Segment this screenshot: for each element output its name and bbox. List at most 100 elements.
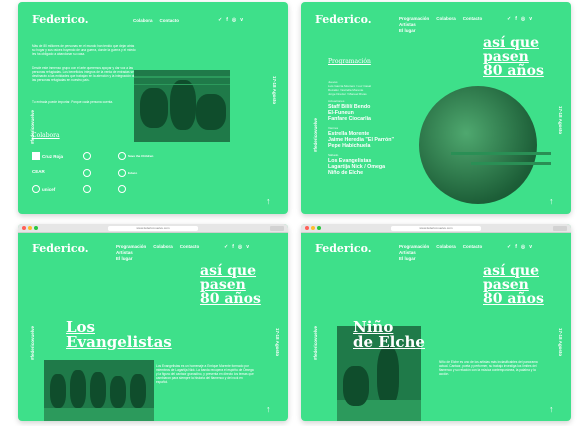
maximize-dot-icon[interactable] bbox=[34, 226, 38, 230]
facebook-icon[interactable]: f bbox=[232, 244, 234, 250]
facebook-icon[interactable]: f bbox=[515, 244, 517, 250]
twitter-icon[interactable]: ✓ bbox=[507, 244, 511, 250]
child-icon bbox=[118, 152, 126, 160]
main-nav: Programación Artistas El lugar Colabora … bbox=[399, 244, 482, 261]
nav-programacion[interactable]: Programación bbox=[399, 244, 429, 249]
browser-controls[interactable] bbox=[553, 226, 567, 231]
instagram-icon[interactable]: ◎ bbox=[238, 244, 242, 250]
main-nav: Programación Artistas El lugar Colabora … bbox=[116, 244, 199, 261]
cross-icon bbox=[32, 152, 40, 160]
partner-acnur[interactable] bbox=[83, 185, 91, 193]
refugees-photo bbox=[134, 70, 230, 142]
mockup-artist-nino-de-elche: www.federicovuelve.com Federico. Program… bbox=[301, 224, 571, 421]
colabora-title: Colabora bbox=[32, 132, 60, 139]
nav-programacion[interactable]: Programación bbox=[116, 244, 146, 249]
schedule-label: Sábado bbox=[328, 153, 339, 157]
nav-artistas[interactable]: Artistas bbox=[399, 22, 429, 27]
brand-logo[interactable]: Federico. bbox=[315, 13, 372, 26]
artist-bio: Niño de Elche es uno de los artistas más… bbox=[439, 360, 538, 377]
programacion-title: Programación bbox=[328, 58, 371, 65]
twitter-icon[interactable]: ✓ bbox=[218, 17, 222, 23]
intro-paragraph-3: Tu entrada puede importar. Porque cada p… bbox=[32, 100, 114, 104]
nav-colabora[interactable]: Colabora bbox=[133, 18, 153, 23]
facebook-icon[interactable]: f bbox=[515, 16, 517, 22]
vimeo-icon[interactable]: v bbox=[529, 16, 532, 22]
close-dot-icon[interactable] bbox=[305, 226, 309, 230]
nav-artistas[interactable]: Artistas bbox=[116, 250, 146, 255]
runner-icon bbox=[118, 185, 126, 193]
nav-contacto[interactable]: Contacto bbox=[463, 244, 483, 261]
browser-controls[interactable] bbox=[270, 226, 284, 231]
nav-colabora[interactable]: Colabora bbox=[153, 244, 173, 261]
arrow-up-icon[interactable]: ↑ bbox=[549, 196, 554, 206]
facebook-icon[interactable]: f bbox=[226, 17, 228, 23]
browser-chrome: www.federicovuelve.com bbox=[18, 224, 288, 233]
nav-el-lugar[interactable]: El lugar bbox=[399, 28, 429, 33]
dates-vertical: 17-18 Agosto bbox=[558, 328, 563, 357]
dates-vertical: 17-18 Agosto bbox=[275, 328, 280, 357]
tagline: así que pasen 80 años bbox=[200, 263, 261, 307]
circle-logo-icon bbox=[118, 169, 126, 177]
nav-contacto[interactable]: Contacto bbox=[463, 16, 483, 33]
partner-msf[interactable] bbox=[118, 185, 126, 193]
arrow-up-icon[interactable]: ↑ bbox=[266, 404, 271, 414]
vimeo-icon[interactable]: v bbox=[246, 244, 249, 250]
social-links: ✓ f ◎ v bbox=[224, 244, 249, 250]
schedule-artists: Estrella Morente Jaime Heredia "El Parró… bbox=[328, 131, 394, 149]
social-links: ✓ f ◎ v bbox=[218, 17, 243, 23]
address-bar[interactable]: www.federicovuelve.com bbox=[108, 226, 198, 231]
artist-photo bbox=[44, 360, 154, 421]
partner-asociacion[interactable] bbox=[83, 152, 91, 160]
schedule-artists: Los Evangelistas Lagartija Nick / Omega … bbox=[328, 158, 385, 176]
artist-link[interactable]: Pepe Habichuela bbox=[328, 143, 394, 149]
intro-paragraph-1: Más de 80 millones de personas en el mun… bbox=[32, 44, 136, 57]
instagram-icon[interactable]: ◎ bbox=[521, 244, 525, 250]
partner-cear[interactable]: CEAR bbox=[32, 169, 45, 174]
nav-contacto[interactable]: Contacto bbox=[160, 18, 180, 23]
main-nav: Programación Artistas El lugar Colabora … bbox=[399, 16, 482, 33]
main-nav: Colabora Contacto bbox=[133, 18, 179, 23]
hashtag-vertical: #federicovuelve bbox=[30, 325, 35, 360]
partner-save-children[interactable]: Save the Children bbox=[118, 152, 153, 160]
artist-link[interactable]: Niño de Elche bbox=[328, 170, 385, 176]
partner-educo[interactable]: Educo bbox=[118, 169, 137, 177]
twitter-icon[interactable]: ✓ bbox=[507, 16, 511, 22]
mockup-home: Federico. Colabora Contacto ✓ f ◎ v Más … bbox=[18, 2, 288, 214]
dates-vertical: 17-18 Agosto bbox=[272, 76, 277, 105]
hashtag-vertical: #federicovuelve bbox=[313, 117, 318, 152]
nav-programacion[interactable]: Programación bbox=[399, 16, 429, 21]
nav-el-lugar[interactable]: El lugar bbox=[399, 256, 429, 261]
vimeo-icon[interactable]: v bbox=[240, 17, 243, 23]
glitch-stripe bbox=[451, 152, 551, 155]
arrow-up-icon[interactable]: ↑ bbox=[549, 404, 554, 414]
arrow-up-icon[interactable]: ↑ bbox=[266, 196, 271, 206]
nav-el-lugar[interactable]: El lugar bbox=[116, 256, 146, 261]
instagram-icon[interactable]: ◎ bbox=[521, 16, 525, 22]
emblem-icon bbox=[83, 169, 91, 177]
nav-contacto[interactable]: Contacto bbox=[180, 244, 200, 261]
brand-logo[interactable]: Federico. bbox=[32, 242, 89, 255]
partner-cruz-roja[interactable]: Cruz Roja bbox=[32, 152, 63, 160]
nav-colabora[interactable]: Colabora bbox=[436, 16, 456, 33]
brand-logo[interactable]: Federico. bbox=[315, 242, 372, 255]
partner-unicef[interactable]: unicef bbox=[32, 185, 55, 193]
partner-medicos[interactable] bbox=[83, 169, 91, 177]
nav-artistas[interactable]: Artistas bbox=[399, 250, 429, 255]
twitter-icon[interactable]: ✓ bbox=[224, 244, 228, 250]
tagline: así que pasen 80 años bbox=[483, 35, 544, 79]
brand-logo[interactable]: Federico. bbox=[32, 13, 89, 26]
address-bar[interactable]: www.federicovuelve.com bbox=[391, 226, 481, 231]
vimeo-icon[interactable]: v bbox=[529, 244, 532, 250]
glitch-stripe bbox=[471, 162, 551, 165]
maximize-dot-icon[interactable] bbox=[317, 226, 321, 230]
artist-bio: Los Evangelistas es un homenaje a Enriqu… bbox=[156, 364, 254, 385]
instagram-icon[interactable]: ◎ bbox=[232, 17, 236, 23]
artist-title: Los Evangelistas bbox=[66, 318, 172, 351]
hashtag-vertical: #federicovuelve bbox=[313, 325, 318, 360]
minimize-dot-icon[interactable] bbox=[28, 226, 32, 230]
close-dot-icon[interactable] bbox=[22, 226, 26, 230]
minimize-dot-icon[interactable] bbox=[311, 226, 315, 230]
intro-paragraph-2: Desde este inmenso grupo con el arte que… bbox=[32, 66, 136, 83]
nav-colabora[interactable]: Colabora bbox=[436, 244, 456, 261]
artist-link[interactable]: Fanfare Ciocarlia bbox=[328, 116, 371, 122]
